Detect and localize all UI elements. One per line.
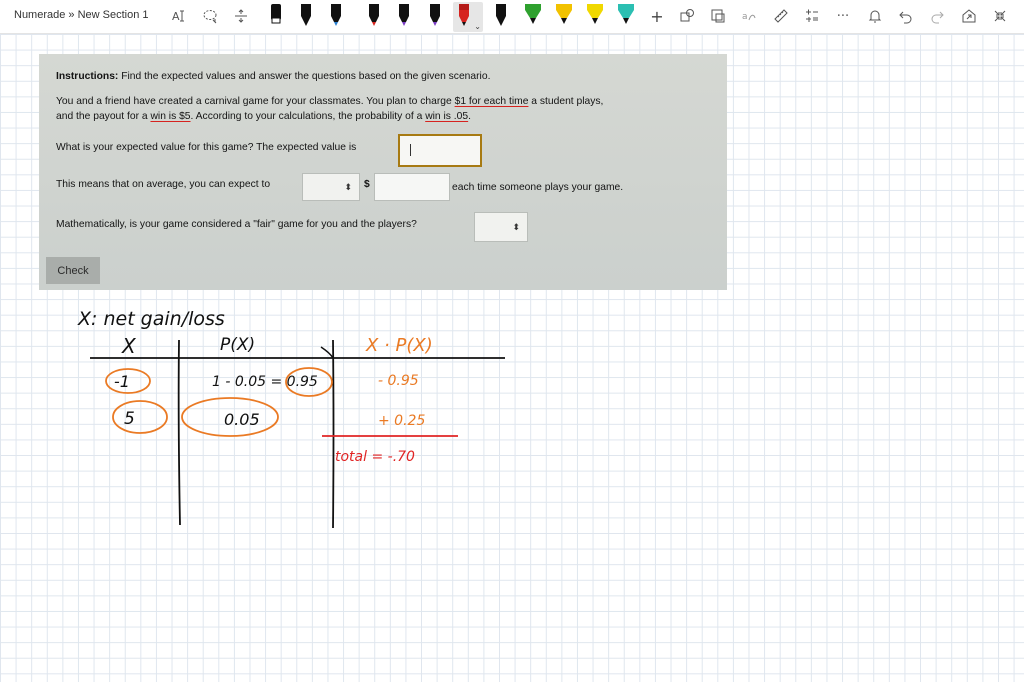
pen-purple-2[interactable] xyxy=(424,2,446,32)
row2-px: 0.05 xyxy=(224,410,260,429)
highlighter-green[interactable] xyxy=(520,2,542,32)
ink-to-text-icon[interactable]: a xyxy=(740,7,758,25)
share-icon[interactable] xyxy=(960,7,978,25)
notes-heading: X: net gain/loss xyxy=(77,308,225,330)
highlighter-yellow-1[interactable] xyxy=(551,2,573,32)
pen-black-2[interactable] xyxy=(325,2,347,32)
type-icon[interactable]: A xyxy=(170,7,188,25)
add-icon[interactable]: + xyxy=(648,7,666,26)
col-header-x: X xyxy=(121,334,137,358)
handwritten-notes: X: net gain/loss X P(X) X · P(X) -1 1 - … xyxy=(77,308,505,529)
ruler-icon[interactable] xyxy=(772,7,790,25)
table-divider-1 xyxy=(177,339,181,526)
svg-text:A: A xyxy=(172,10,180,23)
row2-xpx: + 0.25 xyxy=(378,413,425,429)
col-header-xpx: X · P(X) xyxy=(365,335,433,356)
undo-icon[interactable] xyxy=(897,7,915,25)
highlighter-teal[interactable] xyxy=(613,2,635,32)
breadcrumb[interactable]: Numerade » New Section 1 xyxy=(14,9,149,21)
row1-xpx: - 0.95 xyxy=(378,373,419,389)
col-header-px: P(X) xyxy=(220,335,255,355)
shapes-icon[interactable] xyxy=(678,7,696,25)
pen-red-selected[interactable]: ⌄ xyxy=(453,2,483,32)
eraser-icon[interactable] xyxy=(265,2,287,32)
table-divider-2 xyxy=(332,339,335,529)
row2-x-circle xyxy=(112,400,168,434)
row1-px: 1 - 0.05 = 0.95 xyxy=(212,374,318,390)
ribbon-toolbar: Numerade » New Section 1 A ⌄ + a ··· xyxy=(0,0,1024,34)
row2-x: 5 xyxy=(124,409,135,429)
redo-icon[interactable] xyxy=(928,7,946,25)
highlighter-yellow-2[interactable] xyxy=(582,2,604,32)
math-icon[interactable] xyxy=(803,7,821,25)
bell-icon[interactable] xyxy=(866,7,884,25)
table-tick xyxy=(320,346,334,359)
pen-black-1[interactable] xyxy=(295,2,317,32)
lasso-icon[interactable] xyxy=(201,7,219,25)
pen-purple-1[interactable] xyxy=(393,2,415,32)
pen-red-1[interactable] xyxy=(363,2,385,32)
row1-x: -1 xyxy=(114,372,130,391)
collapse-icon[interactable] xyxy=(991,7,1009,25)
pen-black-3[interactable] xyxy=(490,2,512,32)
total: total = -.70 xyxy=(335,449,415,465)
insert-space-icon[interactable] xyxy=(232,7,250,25)
ink-to-shape-icon[interactable] xyxy=(709,7,727,25)
more-icon[interactable]: ··· xyxy=(834,7,852,25)
svg-text:a: a xyxy=(742,12,748,22)
chevron-down-icon[interactable]: ⌄ xyxy=(474,22,481,31)
